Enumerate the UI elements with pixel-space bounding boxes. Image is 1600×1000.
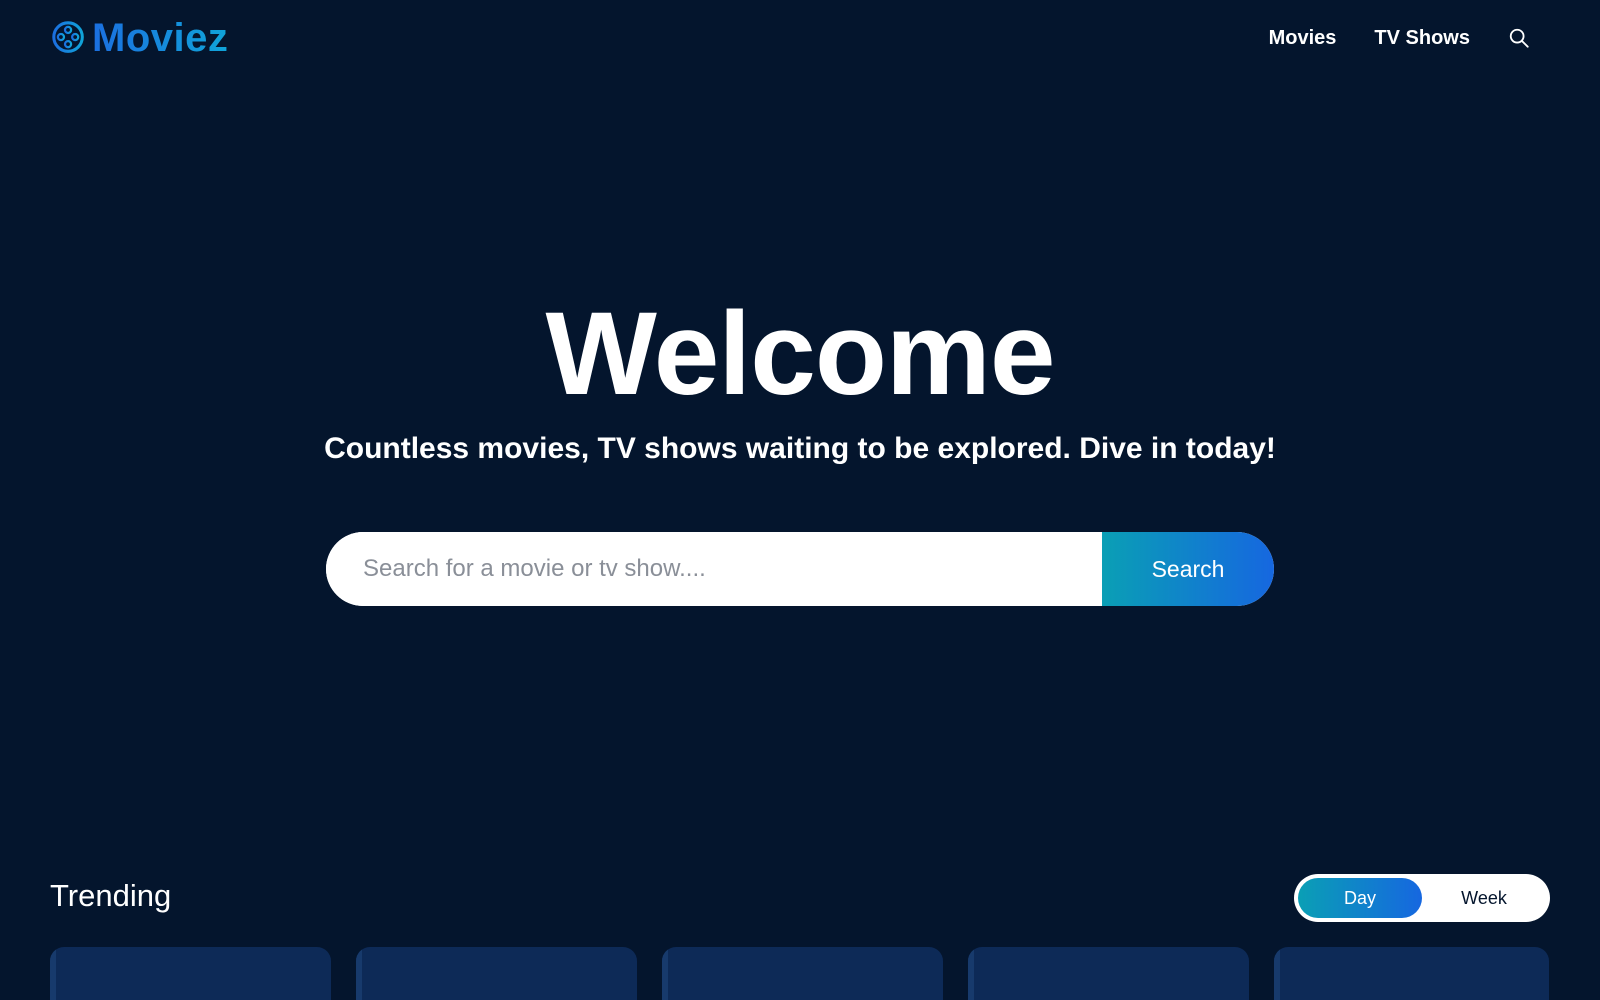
trending-switch: Day Week <box>1294 874 1550 922</box>
search-input[interactable] <box>326 532 1102 606</box>
search-button[interactable]: Search <box>1102 532 1274 606</box>
trending-card[interactable] <box>662 947 943 1000</box>
tab-day[interactable]: Day <box>1298 878 1422 918</box>
header: Moviez Movies TV Shows <box>0 0 1600 76</box>
logo[interactable]: Moviez <box>50 18 228 58</box>
hero-title: Welcome <box>545 288 1056 420</box>
trending-card[interactable] <box>50 947 331 1000</box>
trending-card[interactable] <box>356 947 637 1000</box>
hero-section: Welcome Countless movies, TV shows waiti… <box>0 290 1600 466</box>
nav-movies[interactable]: Movies <box>1269 27 1337 50</box>
page: Moviez Movies TV Shows Welcome Countless… <box>0 0 1600 1000</box>
main-nav: Movies TV Shows <box>1269 27 1530 50</box>
hero-search-bar: Search <box>326 532 1274 606</box>
trending-card[interactable] <box>968 947 1249 1000</box>
trending-title: Trending <box>50 878 172 913</box>
search-icon[interactable] <box>1508 27 1530 49</box>
nav-tv-shows[interactable]: TV Shows <box>1374 27 1470 50</box>
hero-subtitle: Countless movies, TV shows waiting to be… <box>324 432 1276 465</box>
trending-carousel <box>50 947 1550 1000</box>
film-reel-icon <box>52 21 86 53</box>
logo-text: Moviez <box>92 16 229 60</box>
tab-week[interactable]: Week <box>1422 878 1546 918</box>
trending-card[interactable] <box>1274 947 1549 1000</box>
